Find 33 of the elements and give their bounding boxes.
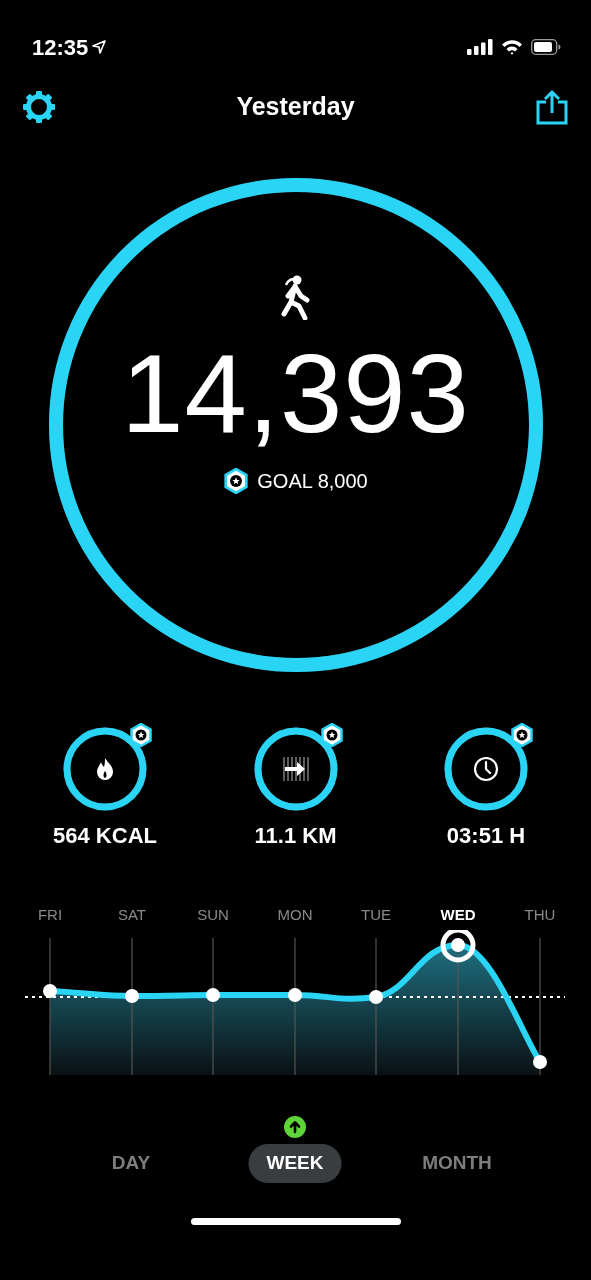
settings-icon[interactable]: [22, 90, 56, 124]
period-tab[interactable]: WEEK: [248, 1144, 342, 1183]
day-label[interactable]: THU: [524, 904, 556, 927]
day-label[interactable]: FRI: [37, 904, 63, 927]
data-point: [206, 988, 220, 1002]
day-label[interactable]: SUN: [197, 904, 229, 927]
period-tab[interactable]: DAY: [93, 1144, 169, 1183]
day-label[interactable]: SAT: [117, 904, 147, 927]
share-icon[interactable]: [535, 89, 569, 125]
data-point: [288, 988, 302, 1002]
goal-label: GOAL 8,000: [257, 469, 368, 494]
walking-person-icon: [278, 274, 313, 320]
screen-title: Yesterday: [236, 91, 355, 123]
distance-arrow-icon: [281, 757, 310, 781]
status-time: 12:35: [32, 33, 89, 62]
flame-icon: [96, 757, 114, 781]
metric-value: 11.1 KM: [254, 822, 337, 850]
data-point: [125, 989, 139, 1003]
signal-icon: [467, 39, 493, 55]
data-point: [533, 1055, 547, 1069]
day-label[interactable]: MON: [277, 904, 313, 927]
day-label[interactable]: TUE: [361, 904, 391, 927]
data-point: [43, 984, 57, 998]
period-tab[interactable]: MONTH: [404, 1144, 510, 1183]
day-label[interactable]: WED: [440, 904, 476, 927]
battery-icon: [531, 39, 561, 55]
step-count: 14,393: [121, 338, 470, 450]
wifi-icon: [501, 39, 523, 55]
metric-value: 564 KCAL: [53, 822, 157, 850]
clock-icon: [473, 756, 499, 782]
data-point: [451, 938, 465, 952]
metric-value: 03:51 H: [446, 822, 526, 850]
data-point: [369, 990, 383, 1004]
